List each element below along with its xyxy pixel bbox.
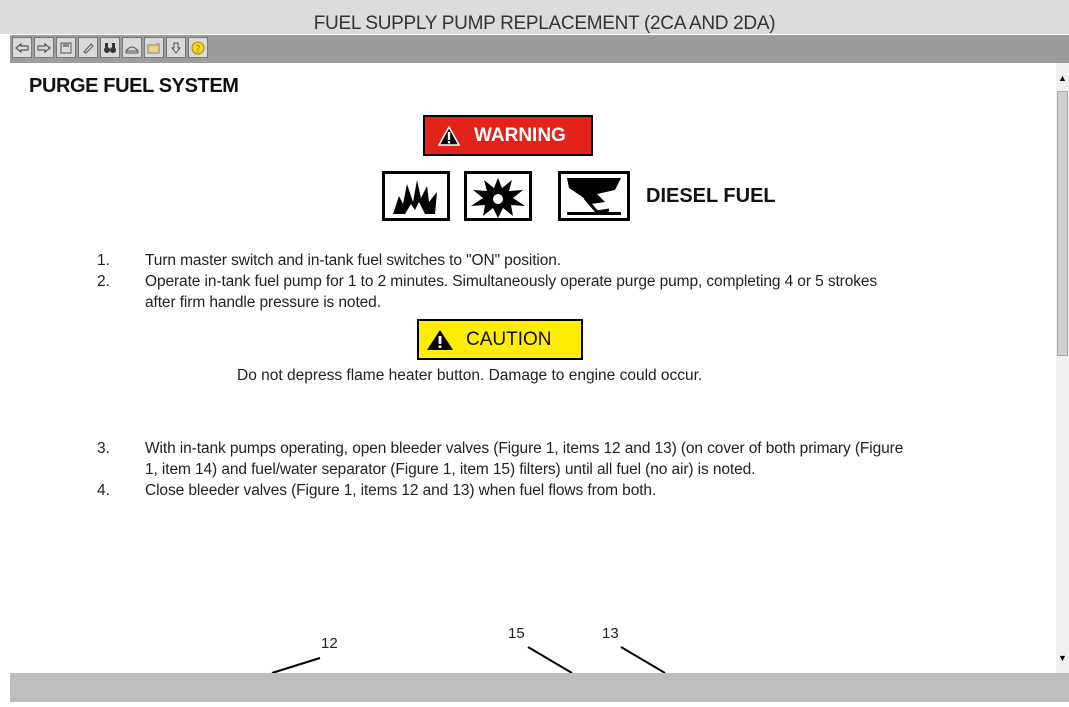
download-icon xyxy=(170,42,182,54)
save-button[interactable] xyxy=(56,37,76,58)
scroll-up-arrow-icon[interactable]: ▲ xyxy=(1056,71,1069,85)
pencil-icon xyxy=(83,42,94,54)
binoculars-icon xyxy=(104,42,116,53)
arrow-left-icon xyxy=(15,42,29,53)
download-button[interactable] xyxy=(166,37,186,58)
forward-button[interactable] xyxy=(34,37,54,58)
help-button[interactable]: ? xyxy=(188,37,208,58)
help-icon: ? xyxy=(191,41,205,55)
arrow-right-icon xyxy=(37,42,51,53)
find-button[interactable] xyxy=(100,37,120,58)
svg-text:?: ? xyxy=(195,44,200,55)
left-edge xyxy=(0,34,10,707)
status-bar xyxy=(10,673,1069,702)
document-view: PURGE FUEL SYSTEM WARNING DIESEL FUEL 1.… xyxy=(10,63,1056,673)
open-button[interactable] xyxy=(144,37,164,58)
back-button[interactable] xyxy=(12,37,32,58)
scroll-thumb[interactable] xyxy=(1057,91,1068,356)
scroll-down-arrow-icon[interactable]: ▼ xyxy=(1056,651,1069,665)
window-title: FUEL SUPPLY PUMP REPLACEMENT (2CA AND 2D… xyxy=(313,13,776,34)
figure-leader-lines xyxy=(271,646,666,673)
toolbar: ? xyxy=(10,35,1069,63)
floppy-icon xyxy=(60,42,72,53)
edit-button[interactable] xyxy=(78,37,98,58)
title-bar: FUEL SUPPLY PUMP REPLACEMENT (2CA AND 2D… xyxy=(0,0,1069,34)
folder-icon xyxy=(147,42,160,53)
vertical-scrollbar[interactable]: ▲ ▼ xyxy=(1056,63,1069,673)
print-button[interactable] xyxy=(122,37,142,58)
printer-icon xyxy=(125,46,139,53)
